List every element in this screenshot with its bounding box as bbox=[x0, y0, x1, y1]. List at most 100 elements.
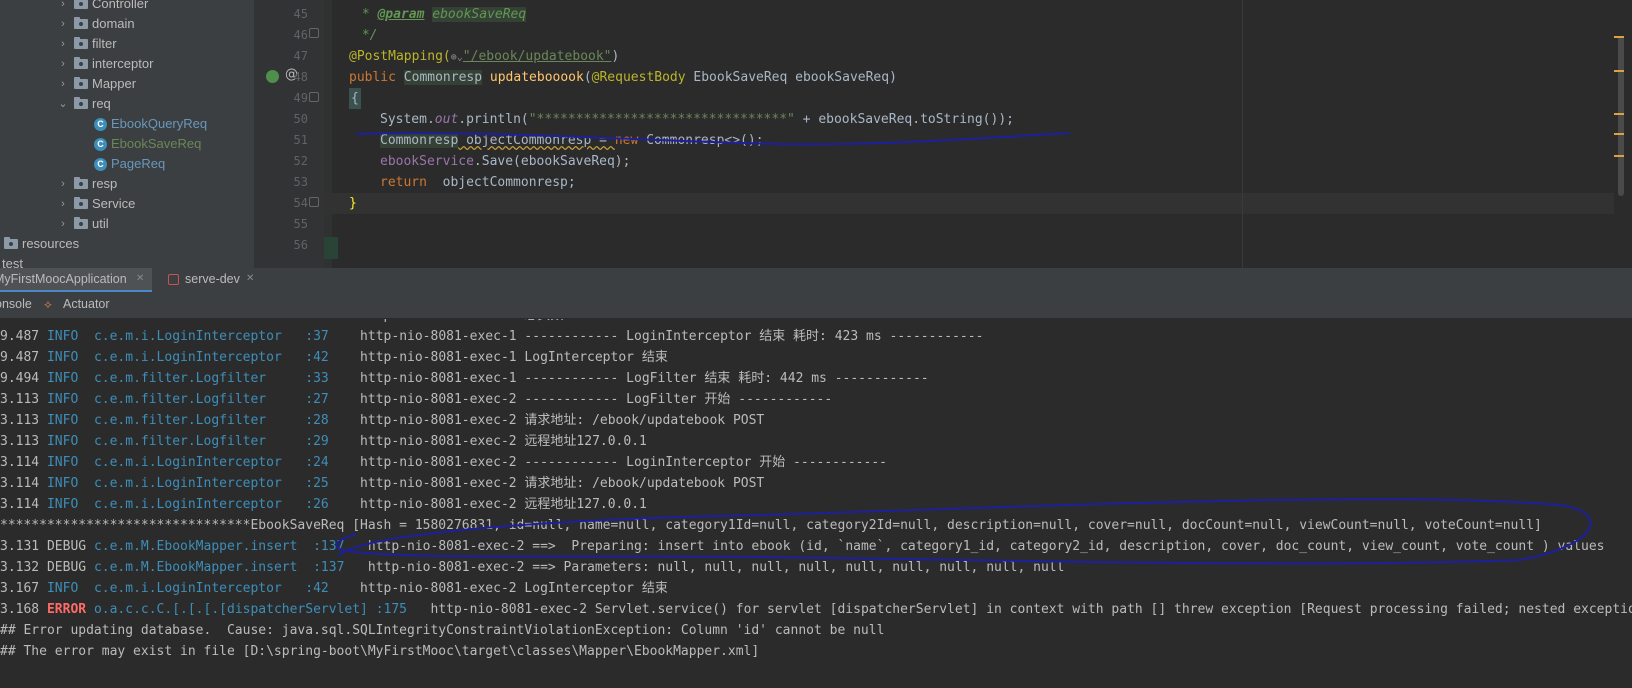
tree-item[interactable]: C EbookQueryReq bbox=[0, 114, 254, 134]
line-number: 52 bbox=[293, 154, 308, 168]
log-line-number: :175 bbox=[375, 602, 408, 617]
java-class-icon: C bbox=[94, 158, 107, 171]
console-time: 3.113 bbox=[0, 434, 40, 449]
log-line-number: :33 bbox=[305, 371, 337, 386]
tree-item[interactable]: › Service bbox=[0, 194, 254, 214]
log-message: http-nio-8081-exec-1 ------------ LoginI… bbox=[344, 329, 984, 344]
logger-name: c.e.m.Service.EbookService bbox=[94, 319, 298, 323]
run-tab-serve-dev[interactable]: serve-dev ✕ bbox=[160, 268, 270, 292]
tree-item[interactable]: C PageReq bbox=[0, 154, 254, 174]
actuator-icon: ⟡ bbox=[44, 297, 52, 311]
folder-icon bbox=[74, 0, 88, 9]
log-line-number: :137 bbox=[313, 560, 345, 575]
fold-icon[interactable] bbox=[309, 197, 319, 207]
tree-item-label: filter bbox=[92, 36, 117, 51]
chevron-right-icon[interactable]: › bbox=[58, 14, 68, 34]
code-line-49: { bbox=[349, 88, 361, 109]
log-level: ERROR bbox=[46, 602, 87, 617]
tree-item[interactable]: › Controller bbox=[0, 0, 254, 14]
chevron-right-icon[interactable]: › bbox=[58, 74, 68, 94]
log-message: http-nio-8081-exec-2 远程地址127.0.0.1 bbox=[344, 434, 647, 449]
tree-item[interactable]: › interceptor bbox=[0, 54, 254, 74]
log-line-number: :29 bbox=[305, 434, 337, 449]
logger-name: c.e.m.i.LoginInterceptor bbox=[93, 497, 298, 512]
console-text: ## Error updating database. Cause: java.… bbox=[0, 623, 885, 638]
log-line-number: :25 bbox=[305, 476, 337, 491]
line-number: 56 bbox=[293, 238, 308, 252]
log-level: INFO bbox=[47, 319, 86, 323]
actuator-tab[interactable]: ⟡ Actuator bbox=[44, 292, 134, 318]
console-time: 3.132 bbox=[0, 560, 40, 575]
tree-item-label: Mapper bbox=[92, 76, 137, 91]
console-tab[interactable]: Console bbox=[0, 292, 38, 318]
chevron-right-icon[interactable]: › bbox=[58, 54, 68, 74]
tree-item[interactable]: resources bbox=[0, 234, 254, 254]
log-level: INFO bbox=[46, 581, 87, 596]
log-level: INFO bbox=[46, 434, 87, 449]
tree-item-label: resources bbox=[22, 236, 80, 251]
code-line-53: return objectCommonresp; bbox=[380, 175, 576, 190]
line-number: 46 bbox=[293, 28, 308, 42]
tree-item[interactable]: › util bbox=[0, 214, 254, 234]
log-message: http-nio-8081-exec-1 ------------ LogFil… bbox=[344, 371, 929, 386]
log-level: INFO bbox=[46, 476, 87, 491]
console-line: 3.113 INFO c.e.m.filter.Logfilter :27 ht… bbox=[0, 389, 832, 410]
line-number: 45 bbox=[293, 7, 308, 21]
code-editor[interactable]: * @param ebookSaveReq */ @PostMapping(⊕⌄… bbox=[324, 0, 1614, 268]
console-line: 3.114 INFO c.e.m.i.LoginInterceptor :26 … bbox=[0, 494, 647, 515]
fold-icon[interactable] bbox=[309, 92, 319, 102]
tree-item-label: PageReq bbox=[111, 156, 166, 171]
folder-icon bbox=[74, 57, 88, 69]
chevron-right-icon[interactable]: › bbox=[58, 34, 68, 54]
console-line: 3.131 DEBUG c.e.m.M.EbookMapper.insert :… bbox=[0, 536, 1605, 557]
console-time: 3.113 bbox=[0, 392, 40, 407]
code-line-48: public Commonresp updatebooook(@RequestB… bbox=[349, 70, 897, 85]
console-line: 3.114 INFO c.e.m.i.LoginInterceptor :25 … bbox=[0, 473, 764, 494]
tree-item-label: EbookQueryReq bbox=[111, 116, 208, 131]
log-line-number: :28 bbox=[305, 413, 337, 428]
line-number: 47 bbox=[293, 49, 308, 63]
code-line-46: */ bbox=[354, 28, 378, 43]
folder-icon bbox=[74, 17, 88, 29]
console-line: ## Error updating database. Cause: java.… bbox=[0, 620, 884, 641]
console-time: 3.113 bbox=[0, 413, 40, 428]
chevron-right-icon[interactable]: › bbox=[58, 214, 68, 234]
folder-icon bbox=[74, 217, 88, 229]
logger-name: c.e.m.i.LoginInterceptor bbox=[93, 581, 298, 596]
code-line-50: System.out.println("********************… bbox=[380, 112, 1014, 127]
console-output[interactable]: 9.450 INFO c.e.m.Service.EbookService :5… bbox=[0, 319, 1632, 688]
tree-item[interactable]: › resp bbox=[0, 174, 254, 194]
log-level: INFO bbox=[46, 329, 87, 344]
log-line-number: :56 bbox=[305, 319, 336, 323]
log-message: http-nio-8081-exec-2 ------------ LoginI… bbox=[344, 455, 887, 470]
spring-config-icon bbox=[168, 274, 179, 285]
editor-scrollbar[interactable] bbox=[1614, 0, 1632, 268]
run-tab-myfirstmooc[interactable]: MyFirstMoocApplication ✕ bbox=[0, 268, 152, 292]
close-icon: ✕ bbox=[246, 273, 255, 284]
tree-item[interactable]: › Mapper bbox=[0, 74, 254, 94]
tree-item-label: test bbox=[2, 256, 23, 268]
tree-item[interactable]: ⌄ req bbox=[0, 94, 254, 114]
log-message: http-nio-8081-exec-2 请求地址: /ebook/update… bbox=[344, 476, 765, 491]
tree-item[interactable]: › domain bbox=[0, 14, 254, 34]
chevron-right-icon[interactable]: › bbox=[58, 174, 68, 194]
tree-item[interactable]: C EbookSaveReq bbox=[0, 134, 254, 154]
console-line: 3.113 INFO c.e.m.filter.Logfilter :28 ht… bbox=[0, 410, 764, 431]
log-message: http-nio-8081-exec-2 LogInterceptor 结束 bbox=[344, 581, 668, 596]
tree-item[interactable]: › filter bbox=[0, 34, 254, 54]
line-number: 48 bbox=[293, 70, 308, 84]
tree-item[interactable]: test bbox=[0, 254, 254, 268]
line-number: 53 bbox=[293, 175, 308, 189]
chevron-right-icon[interactable]: › bbox=[58, 194, 68, 214]
log-level: INFO bbox=[46, 455, 87, 470]
tree-item-label: EbookSaveReq bbox=[111, 136, 202, 151]
log-message: http-nio-8081-exec-2 请求地址: /ebook/update… bbox=[344, 413, 765, 428]
console-time: 9.487 bbox=[0, 350, 40, 365]
console-line: 9.494 INFO c.e.m.filter.Logfilter :33 ht… bbox=[0, 368, 929, 389]
chevron-right-icon[interactable]: › bbox=[58, 0, 68, 14]
log-line-number: :27 bbox=[305, 392, 337, 407]
chevron-down-icon[interactable]: ⌄ bbox=[58, 94, 68, 114]
tree-item-label: req bbox=[92, 96, 111, 111]
fold-icon[interactable] bbox=[309, 28, 319, 38]
tree-item-label: Service bbox=[92, 196, 136, 211]
